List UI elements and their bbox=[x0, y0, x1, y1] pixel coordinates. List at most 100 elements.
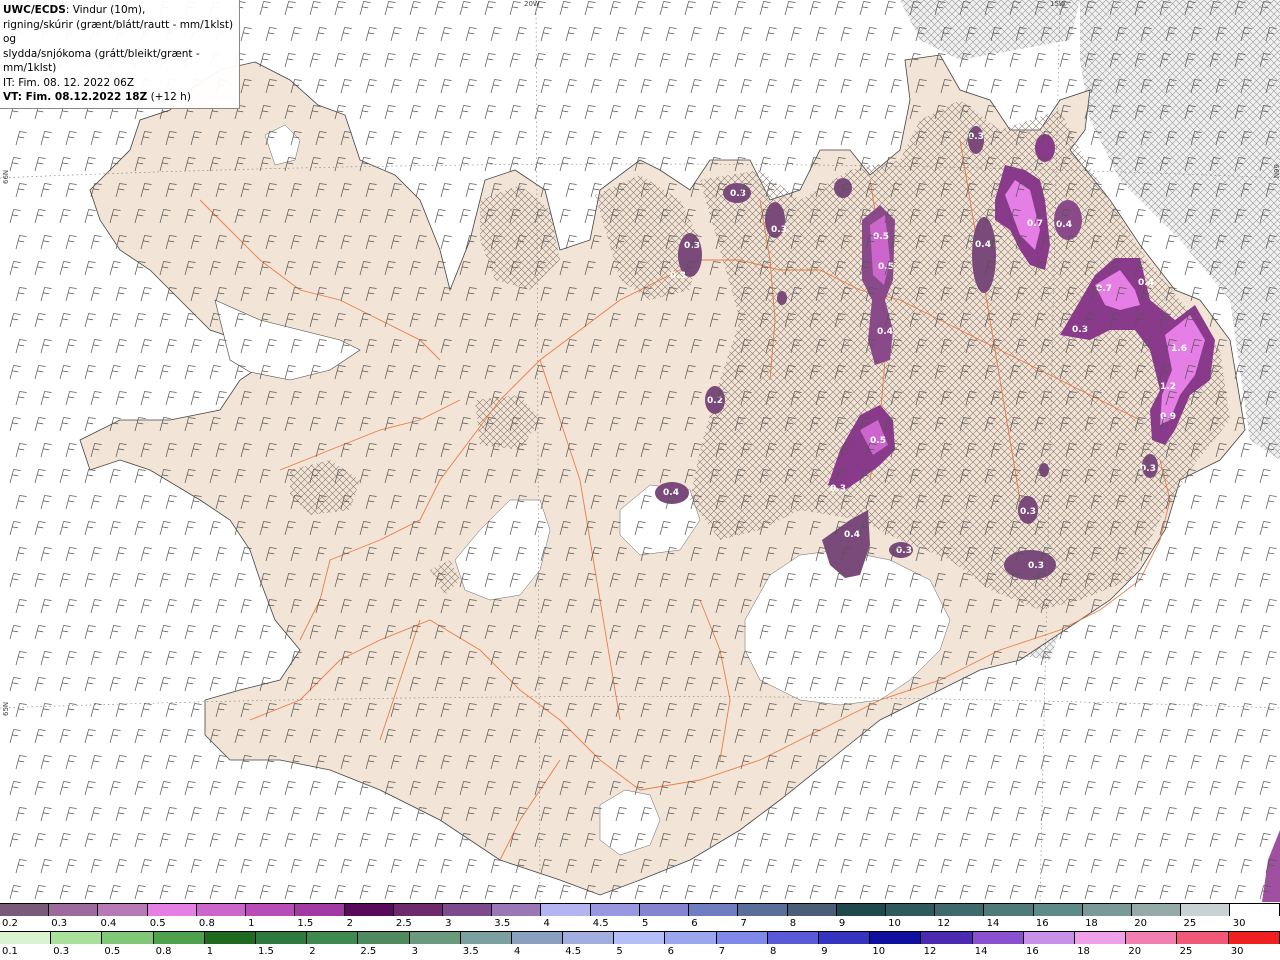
rain-label: 0.5 bbox=[104, 946, 121, 957]
precipitation-value-5: 0.5 bbox=[873, 232, 889, 242]
snow-swatch bbox=[49, 904, 99, 916]
snow-label: 0.2 bbox=[2, 918, 18, 929]
rain-label: 2.5 bbox=[360, 946, 377, 957]
rain-swatch bbox=[307, 932, 359, 944]
rain-label: 3.5 bbox=[462, 946, 479, 957]
snow-label: 3.5 bbox=[494, 918, 511, 929]
latitude-label-66n-right: 66N bbox=[1272, 164, 1280, 179]
rain-label: 14 bbox=[974, 946, 988, 957]
snow-swatch bbox=[590, 904, 640, 916]
snow-label: 18 bbox=[1085, 918, 1098, 929]
snow-label: 0.8 bbox=[198, 918, 215, 929]
rain-label: 12 bbox=[923, 946, 937, 957]
rain-label: 16 bbox=[1026, 946, 1039, 957]
latitude-label-65n-left: 65N bbox=[2, 701, 10, 716]
snow-label: 0.4 bbox=[100, 918, 117, 929]
rain-label: 5 bbox=[616, 946, 623, 957]
rain-swatch bbox=[358, 932, 410, 944]
snow-label: 25 bbox=[1183, 918, 1197, 929]
rain-swatch bbox=[460, 932, 512, 944]
rain-label: 7 bbox=[718, 946, 726, 957]
map-info-box: UWC/ECDS: Vindur (10m), rigning/skúrir (… bbox=[0, 0, 240, 109]
rain-label: 4 bbox=[514, 946, 521, 957]
snow-label: 1.5 bbox=[297, 918, 314, 929]
snow-swatch bbox=[885, 904, 936, 916]
snow-swatch bbox=[442, 904, 493, 916]
legend-snow-colorbar bbox=[0, 904, 1280, 916]
rain-swatch bbox=[1126, 932, 1178, 944]
precipitation-value-4: 0.3 bbox=[670, 271, 686, 281]
snow-swatch bbox=[984, 904, 1034, 916]
snow-label: 16 bbox=[1035, 918, 1049, 929]
info-rain-description: rigning/skúrir (grænt/blátt/rautt - mm/1… bbox=[3, 18, 234, 46]
snow-label: 9 bbox=[838, 918, 846, 929]
snow-label: 7 bbox=[740, 918, 747, 929]
rain-swatch bbox=[511, 932, 564, 944]
snow-swatch bbox=[196, 904, 247, 916]
snow-label: 30 bbox=[1232, 918, 1246, 929]
weather-map: 0.3 0.3 0.3 0.3 0.5 0.5 0.4 0.7 0.4 0.4 0.3 0.7 0.4 0… bbox=[0, 0, 1280, 902]
snow-label: 1 bbox=[248, 918, 255, 929]
snow-swatch bbox=[541, 904, 591, 916]
info-valid-time: VT: Fim. 08.12.2022 18Z (+12 h) bbox=[3, 91, 191, 103]
snow-label: 12 bbox=[937, 918, 951, 929]
snow-swatch bbox=[836, 904, 886, 916]
precipitation-value-12: 0.7 bbox=[1096, 284, 1112, 294]
rain-swatch bbox=[972, 932, 1024, 944]
info-title: UWC/ECDS: Vindur (10m), bbox=[3, 4, 146, 16]
rain-label: 0.3 bbox=[53, 946, 70, 957]
precipitation-value-21: 0.4 bbox=[844, 530, 860, 540]
rain-swatch bbox=[870, 932, 922, 944]
precipitation-value-14: 0.3 bbox=[1072, 325, 1088, 335]
precipitation-value-19: 0.5 bbox=[870, 436, 886, 446]
snow-swatch bbox=[98, 904, 148, 916]
snow-swatch bbox=[393, 904, 443, 916]
precipitation-value-23: 0.3 bbox=[1020, 507, 1036, 517]
rain-swatch bbox=[255, 932, 308, 944]
rain-label: 3 bbox=[411, 946, 418, 957]
snow-swatch bbox=[935, 904, 985, 916]
precipitation-value-24: 0.3 bbox=[1028, 561, 1044, 571]
precipitation-value-20: 0.3 bbox=[830, 484, 846, 494]
legend-rain-labels: 0.1 0.3 0.5 0.8 1 1.5 2 2.5 3 3.5 4 4.5 5 6 7 8 9 10 12 14 1… bbox=[0, 946, 1280, 958]
snow-swatch bbox=[0, 904, 50, 916]
snow-swatch bbox=[295, 904, 345, 916]
snow-swatch bbox=[1132, 904, 1182, 916]
snow-swatch bbox=[1181, 904, 1231, 916]
snow-label: 6 bbox=[691, 918, 698, 929]
rain-swatch bbox=[614, 932, 666, 944]
snow-label: 2.5 bbox=[395, 918, 412, 929]
snow-label: 10 bbox=[888, 918, 901, 929]
precipitation-value-2: 0.3 bbox=[771, 225, 787, 235]
snow-label: 0.3 bbox=[51, 918, 68, 929]
snow-swatch bbox=[147, 904, 197, 916]
longitude-label-20w: 20W bbox=[524, 0, 540, 8]
rain-label: 1.5 bbox=[258, 946, 274, 957]
precipitation-value-9: 0.4 bbox=[1056, 220, 1072, 230]
rain-swatch bbox=[51, 932, 103, 944]
snow-swatch bbox=[1033, 904, 1083, 916]
snow-label: 4.5 bbox=[592, 918, 609, 929]
precipitation-value-16: 1.2 bbox=[1160, 382, 1176, 392]
rain-swatch bbox=[1177, 932, 1229, 944]
rain-label: 6 bbox=[667, 946, 674, 957]
precipitation-value-26: 0.3 bbox=[896, 546, 912, 556]
snow-label: 3 bbox=[445, 918, 452, 929]
snow-label: 20 bbox=[1134, 918, 1148, 929]
rain-label: 0.8 bbox=[155, 946, 172, 957]
rain-label: 10 bbox=[872, 946, 886, 957]
rain-label: 4.5 bbox=[565, 946, 582, 957]
rain-swatch bbox=[1074, 932, 1127, 944]
info-snow-description: slydda/snjókoma (grátt/bleikt/grænt - mm… bbox=[3, 47, 200, 75]
precipitation-value-7: 0.4 bbox=[877, 327, 893, 337]
rain-label: 2 bbox=[309, 946, 316, 957]
rain-swatch bbox=[563, 932, 615, 944]
rain-swatch bbox=[1023, 932, 1075, 944]
rain-swatch bbox=[921, 932, 973, 944]
rain-swatch bbox=[767, 932, 819, 944]
precipitation-value-8: 0.7 bbox=[1027, 219, 1043, 229]
snow-swatch bbox=[738, 904, 788, 916]
longitude-label-15w: 15W bbox=[1050, 0, 1066, 8]
legend-rain-colorbar bbox=[0, 932, 1280, 944]
snow-label: 5 bbox=[642, 918, 649, 929]
